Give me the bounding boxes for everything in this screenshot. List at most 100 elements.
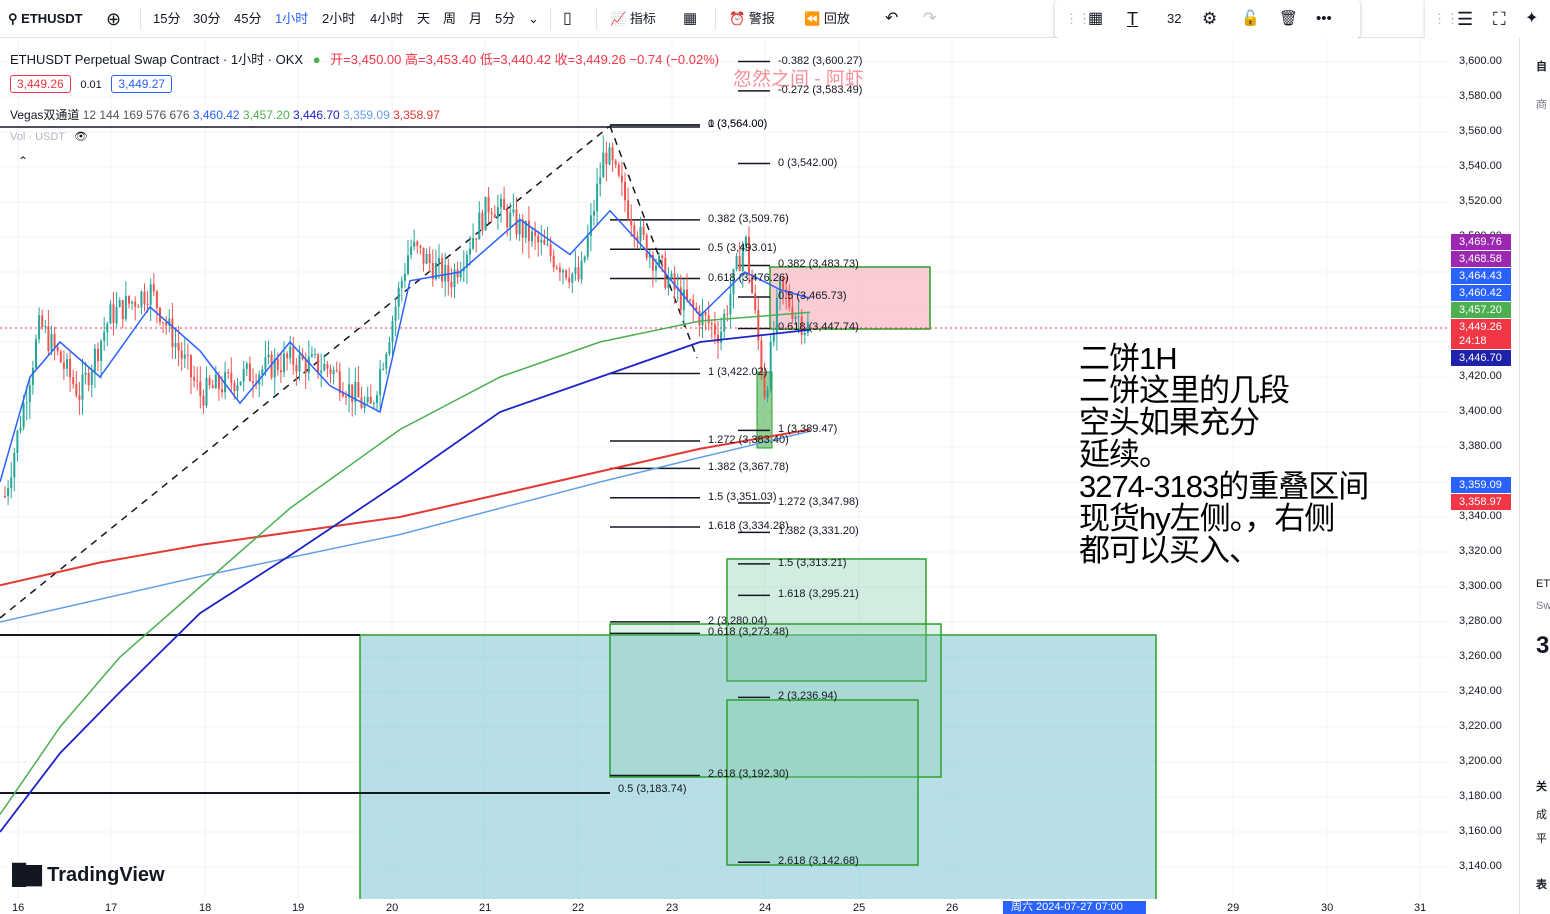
buy-price-box[interactable]: 3,449.27 [111,75,173,93]
candle-body [162,322,165,324]
symbol-search[interactable]: ⚲ ETHUSDT [8,0,83,38]
candle-body [670,273,673,279]
candle-body [726,313,729,315]
price-axis[interactable]: 3,600.00 3,580.00 3,560.00 3,540.00 3,520.00… [1450,38,1519,904]
interval-30m[interactable]: 30分 [193,0,220,38]
vegas-legend-row[interactable]: Vegas双通道 12 144 169 576 676 3,460.42 3,4… [10,106,440,123]
candle-body [112,304,115,324]
chart-pane[interactable]: -0.382 (3,600.27) -0.272 (3,583.49) 1 (3,5… [0,38,1519,904]
crosshair-time-label: 周六 2024-07-27 07:00 [1003,901,1146,914]
candle-body [320,370,323,373]
note-line: 二饼1H [1079,341,1178,376]
candle-body [323,363,326,371]
compare-add-icon[interactable]: ⊕ [106,0,121,38]
candle-type-icon[interactable]: ▯ [563,0,572,38]
indicators-icon: 📈 [610,11,627,26]
settings-icon[interactable]: ⚙ [1202,0,1217,38]
fib-level-label: 1.272 (3,347.98) [778,496,859,509]
candle-body [140,291,143,308]
indicators-button[interactable]: 📈 指标 [610,0,656,38]
time-axis-label: 31 [1414,902,1427,914]
candle-body [552,255,555,268]
candle-body [555,267,558,269]
candle-body [118,300,121,307]
candle-body [289,346,292,359]
candle-body [633,225,636,237]
candle-body [190,355,192,378]
price-tag: 3,469.76 [1451,234,1511,250]
legend-title[interactable]: ETHUSDT Perpetual Swap Contract · 1小时 · … [10,52,303,67]
candle-body [155,291,158,308]
interval-4h[interactable]: 4小时 [370,0,403,38]
tradingview-logo[interactable]: █▇ TradingView [12,862,165,887]
interval-2h[interactable]: 2小时 [322,0,355,38]
candle-body [379,369,382,396]
time-axis[interactable]: 16 17 18 19 20 21 22 23 24 25 26 29 30 31 周六 2024-07-2… [0,899,1519,914]
font-size-select[interactable]: 32 [1167,0,1181,38]
candle-body [546,244,549,246]
more-icon[interactable]: ••• [1316,0,1332,38]
candle-body [22,403,25,428]
candle-body [329,368,332,375]
candle-body [388,342,391,355]
candle-body [602,152,605,178]
panel-text: 商 [1536,99,1547,111]
candle-body [307,356,310,373]
candle-body [317,354,320,373]
price-tag: 24:18 [1451,333,1511,349]
interval-45m[interactable]: 45分 [234,0,261,38]
candle-body [655,265,657,271]
candle-body [537,235,540,243]
interval-month[interactable]: 月 [469,0,482,38]
layout-icon[interactable]: ▦ [683,0,697,38]
interval-week[interactable]: 周 [443,0,456,38]
candle-body [682,289,685,311]
fib-level-label: 1.5 (3,351.03) [708,490,777,503]
interval-day[interactable]: 天 [417,0,430,38]
annotation-note[interactable]: 二饼1H 二饼这里的几段 空头如果充分 延续。 3274-3183的重叠区间 现… [1079,341,1369,567]
candle-body [428,253,431,264]
volume-legend-row[interactable]: Vol · USDT 👁 [10,130,88,143]
trash-icon[interactable]: 🗑 [1279,0,1298,38]
candle-body [236,385,239,392]
undo-icon[interactable]: ↶ [885,0,898,38]
price-axis-label: 3,240.00 [1459,685,1502,697]
candle-body [493,214,496,218]
candle-body [25,402,28,404]
interval-dropdown-icon[interactable]: ⌄ [528,0,539,38]
drag-handle-icon[interactable]: ⋮⋮ [1433,0,1459,38]
magic-icon[interactable]: ✦ [1525,0,1538,38]
candle-body [53,333,56,348]
candle-body [518,219,521,235]
collapse-legend-icon[interactable]: ⌃ [18,154,28,168]
panel-text: 关 [1536,781,1547,793]
price-axis-label: 3,160.00 [1459,825,1502,837]
panel-text[interactable]: 自 [1536,58,1547,74]
menu-icon[interactable]: ☰ [1457,0,1473,38]
lock-icon[interactable]: 🔓 [1241,0,1260,38]
vegas-label: Vegas双通道 [10,108,80,122]
interval-1h[interactable]: 1小时 [275,0,308,38]
time-axis-label: 20 [386,902,399,914]
interval-15m[interactable]: 15分 [153,0,180,38]
candle-body [599,177,602,184]
candle-body [326,363,329,369]
redo-icon[interactable]: ↷ [923,0,936,38]
sell-price-box[interactable]: 3,449.26 [10,75,71,93]
text-color-icon[interactable]: T [1127,0,1138,38]
candle-body [211,385,214,389]
candle-body [565,270,568,278]
price-axis-label: 3,320.00 [1459,545,1502,557]
candle-body [252,381,254,383]
fullscreen-icon[interactable]: ⛶ [1493,0,1506,38]
replay-button[interactable]: ⏪ 回放 [804,0,850,38]
candle-body [611,147,614,161]
candle-body [605,152,608,165]
ema-red-line [0,428,811,587]
alert-button[interactable]: ⏰ 警报 [729,0,775,38]
eye-hidden-icon[interactable]: 👁 [74,131,88,143]
price-axis-label: 3,400.00 [1459,405,1502,417]
interval-5m[interactable]: 5分 [495,0,515,38]
template-icon[interactable]: ▦ [1088,0,1103,38]
fib-level-label: 2.618 (3,142.68) [778,855,859,868]
